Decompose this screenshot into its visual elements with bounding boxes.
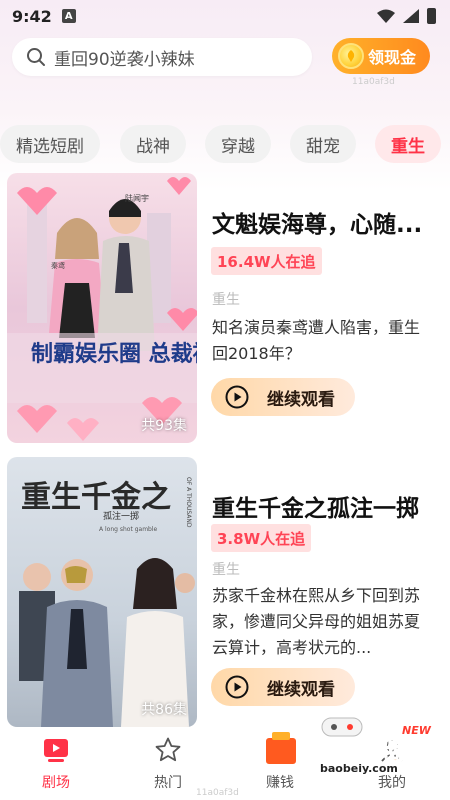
tab-rebirth[interactable]: 重生 bbox=[375, 125, 441, 163]
theater-icon bbox=[44, 739, 68, 762]
tab-time-travel[interactable]: 穿越 bbox=[205, 125, 271, 163]
followers-badge: 16.4W人在追 bbox=[211, 247, 322, 275]
drama-description: 苏家千金林在熙从乡下回到苏家，惨遭同父异母的姐姐苏夏云算计，高考状元的... bbox=[212, 586, 421, 657]
watermark-url: baobeiy.com bbox=[320, 762, 398, 775]
search-placeholder: 重回90逆袭小辣妹 bbox=[54, 49, 195, 70]
continue-watching-label: 继续观看 bbox=[267, 389, 335, 410]
watermark-new-badge: NEW bbox=[402, 724, 431, 737]
episode-count: 共93集 bbox=[141, 418, 187, 434]
genre-tag: 重生 bbox=[212, 292, 240, 308]
cover-title: 重生千金之 bbox=[21, 480, 171, 515]
drama-description: 知名演员秦鸢遭人陷害，重生回2018年？ bbox=[212, 318, 421, 363]
status-icons bbox=[377, 8, 436, 24]
coin-icon bbox=[338, 43, 364, 69]
tab-sweet-romance[interactable]: 甜宠 bbox=[290, 125, 356, 163]
drama-card[interactable]: 陆闻宇 秦鸢 制霸娱乐圈 总裁被撩翻了 共93集 文魁娱海尊，心随... 16.… bbox=[0, 173, 450, 445]
cover-title: 制霸娱乐圈 总裁被撩翻了 bbox=[31, 341, 197, 367]
site-watermark: 宝贝游戏网 baobeiy.com NEW bbox=[262, 712, 440, 782]
wifi-icon bbox=[377, 9, 395, 23]
episode-count: 共86集 bbox=[141, 702, 187, 718]
continue-watching-button[interactable]: 继续观看 bbox=[211, 378, 355, 416]
status-time: 9:42 bbox=[12, 6, 52, 26]
nav-theater[interactable]: 剧场 bbox=[16, 736, 96, 796]
followers-badge: 3.8W人在追 bbox=[211, 524, 312, 552]
search-input[interactable]: 重回90逆袭小辣妹 bbox=[12, 38, 312, 76]
cover-poster-image: 陆闻宇 秦鸢 制霸娱乐圈 总裁被撩翻了 bbox=[7, 173, 197, 443]
star-icon bbox=[155, 737, 181, 762]
battery-icon bbox=[427, 8, 436, 24]
cover-english: A long shot gamble bbox=[99, 526, 158, 533]
category-tabs: 精选短剧 战神 穿越 甜宠 重生 bbox=[0, 125, 450, 163]
continue-watching-label: 继续观看 bbox=[267, 679, 335, 700]
app-notification-icon: A bbox=[61, 9, 76, 23]
claim-cash-label: 领现金 bbox=[368, 48, 417, 67]
nav-subtext: 11a0af3d bbox=[196, 788, 239, 798]
nav-popular-label: 热门 bbox=[154, 775, 182, 791]
drama-title[interactable]: 文魁娱海尊，心随... bbox=[212, 205, 442, 239]
genre-tag: 重生 bbox=[212, 562, 240, 578]
nav-theater-label: 剧场 bbox=[42, 775, 70, 791]
search-icon bbox=[27, 48, 45, 66]
signal-icon bbox=[403, 9, 419, 23]
tab-featured[interactable]: 精选短剧 bbox=[0, 125, 100, 163]
play-icon bbox=[225, 675, 249, 699]
continue-watching-button[interactable]: 继续观看 bbox=[211, 668, 355, 706]
drama-card[interactable]: 重生千金之 孤注一掷 A long shot gamble OF A THOUS… bbox=[0, 457, 450, 729]
drama-cover[interactable]: 重生千金之 孤注一掷 A long shot gamble OF A THOUS… bbox=[7, 457, 197, 727]
cover-poster-image: 重生千金之 孤注一掷 A long shot gamble OF A THOUS… bbox=[7, 457, 197, 727]
cover-side-text: OF A THOUSAND bbox=[185, 477, 192, 528]
reward-subtext: 11a0af3d bbox=[352, 77, 395, 87]
claim-cash-button[interactable]: 领现金 bbox=[332, 38, 430, 74]
tab-war-god[interactable]: 战神 bbox=[120, 125, 186, 163]
play-icon bbox=[225, 385, 249, 409]
drama-title[interactable]: 重生千金之孤注一掷 bbox=[212, 489, 442, 523]
status-bar: 9:42 A bbox=[0, 0, 450, 32]
cover-name-left: 秦鸢 bbox=[51, 261, 65, 270]
drama-cover[interactable]: 陆闻宇 秦鸢 制霸娱乐圈 总裁被撩翻了 共93集 bbox=[7, 173, 197, 443]
cover-name-right: 陆闻宇 bbox=[125, 193, 149, 203]
cover-subtitle: 孤注一掷 bbox=[103, 510, 139, 522]
nav-popular[interactable]: 热门 bbox=[128, 736, 208, 796]
